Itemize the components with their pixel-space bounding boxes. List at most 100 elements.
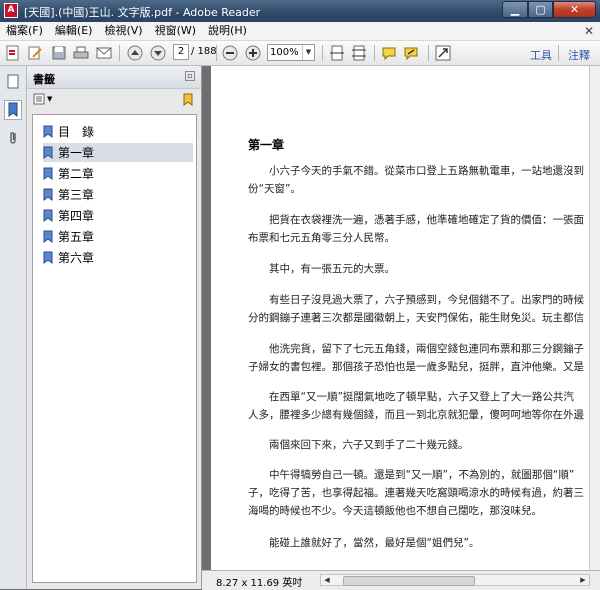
- bookmark-label: 第六章: [58, 251, 95, 265]
- toolbar: 2 / 188 100% ▼ 工具 注釋: [0, 41, 600, 66]
- paragraph: 中午得犒勞自己一頓。還是到“又一順”，不為別的，就圖那個“順” 子，吃得了苦，也…: [248, 466, 584, 520]
- horizontal-scrollbar[interactable]: ◀ ▶: [320, 574, 590, 586]
- bookmarks-panel: 書籤 ▫ ▼ 目 錄 第一章 第二章 第三章 第四章 第五章 第六章: [27, 66, 202, 589]
- bookmark-item[interactable]: 第六章: [43, 248, 193, 267]
- text-line: 子婦女的書包裡。那個孩子恐怕也是一歲多點兒，挺胖，直沖他樂。又是: [248, 361, 584, 373]
- fit-width-icon[interactable]: [350, 44, 368, 62]
- menu-view[interactable]: 檢視(V): [98, 22, 148, 40]
- bookmark-label: 目 錄: [58, 125, 95, 139]
- scroll-thumb[interactable]: [343, 576, 475, 586]
- zoom-out-icon[interactable]: [221, 44, 239, 62]
- page-thumbnails-icon[interactable]: [4, 72, 22, 92]
- text-line: 他洗完貨，留下了七元五角錢，兩個空錢包連同布票和那三分鋼鏰子: [269, 343, 584, 355]
- menu-edit[interactable]: 編輯(E): [49, 22, 99, 40]
- toolbar-separator: [216, 45, 217, 61]
- attachments-icon[interactable]: [4, 128, 22, 148]
- close-button[interactable]: ✕: [553, 1, 596, 18]
- save-icon[interactable]: [50, 44, 68, 62]
- menu-file[interactable]: 檔案(F): [0, 22, 49, 40]
- text-line: 兩個來回下來，六子又到手了二十幾元錢。: [269, 439, 469, 451]
- menu-help[interactable]: 說明(H): [202, 22, 253, 40]
- bookmark-icon: [43, 125, 53, 138]
- status-bar: 8.27 x 11.69 英吋 ◀ ▶: [202, 570, 600, 590]
- text-line: 海喝的時候也不少。今天這頓飯他也不想自己闊吃，那沒味兒。: [248, 505, 542, 517]
- bookmarks-panel-header: 書籤 ▫: [27, 66, 201, 89]
- bookmark-item[interactable]: 第四章: [43, 206, 193, 225]
- bookmark-label: 第四章: [58, 209, 95, 223]
- text-line: 能碰上誰就好了，當然，最好是個“姐們兒”。: [269, 537, 480, 549]
- text-line: 小六子今天的手氣不錯。從菜市口登上五路無軌電車，一站地還沒到: [269, 165, 584, 177]
- chapter-title: 第一章: [248, 138, 285, 152]
- text-line: 中午得犒勞自己一頓。還是到“又一順”，不為別的，就圖那個“順”: [269, 469, 575, 481]
- bookmark-item[interactable]: 第二章: [43, 164, 193, 183]
- navigation-pane-tabs: [0, 66, 27, 589]
- fit-page-icon[interactable]: [328, 44, 346, 62]
- bookmark-item[interactable]: 第五章: [43, 227, 193, 246]
- maximize-button[interactable]: ▢: [528, 1, 553, 18]
- next-page-icon[interactable]: [149, 44, 167, 62]
- text-line: 有些日子沒見過大票了，六子預感到，今兒個錯不了。出家門的時候: [269, 294, 584, 306]
- bookmark-options-button[interactable]: ▼: [33, 93, 52, 105]
- comment-pane-link[interactable]: 注釋: [568, 47, 590, 63]
- bookmarks-panel-title: 書籤: [33, 73, 55, 86]
- tools-pane-link[interactable]: 工具: [530, 47, 552, 63]
- document-page: 第一章 小六子今天的手氣不錯。從菜市口登上五路無軌電車，一站地還沒到 份“天窗”…: [211, 66, 600, 570]
- bookmark-item[interactable]: 第一章: [43, 143, 193, 162]
- highlight-icon[interactable]: [402, 44, 420, 62]
- window-controls: ▁ ▢ ✕: [502, 1, 596, 19]
- text-line: 分的鋼鏰子連著三次都是國徽朝上，天安門保佑，能生財免災。玩主都信: [248, 312, 584, 324]
- vertical-scrollbar[interactable]: [589, 66, 600, 570]
- text-line: 在西單“又一順”挺闊氣地吃了頓早點，六子又登上了大一路公共汽: [269, 391, 574, 403]
- text-line: 布票和七元五角零三分人民幣。: [248, 232, 395, 244]
- bookmark-item[interactable]: 第三章: [43, 185, 193, 204]
- paragraph: 兩個來回下來，六子又到手了二十幾元錢。: [248, 436, 469, 454]
- bookmark-icon: [43, 188, 53, 201]
- scroll-left-icon[interactable]: ◀: [322, 575, 332, 585]
- paragraph: 有些日子沒見過大票了，六子預感到，今兒個錯不了。出家門的時候 分的鋼鏰子連著三次…: [248, 291, 584, 327]
- comment-icon[interactable]: [380, 44, 398, 62]
- acrobat-icon: A: [4, 3, 18, 18]
- email-icon[interactable]: [95, 44, 113, 62]
- toolbar-separator: [374, 45, 375, 61]
- page-total: / 188: [191, 46, 217, 57]
- menu-window[interactable]: 視窗(W): [149, 22, 202, 40]
- bookmark-label: 第五章: [58, 230, 95, 244]
- expand-icon[interactable]: [434, 44, 452, 62]
- page-size: 8.27 x 11.69 英吋: [216, 578, 303, 589]
- edit-icon[interactable]: [26, 44, 44, 62]
- zoom-in-icon[interactable]: [244, 44, 262, 62]
- scroll-right-icon[interactable]: ▶: [578, 575, 588, 585]
- zoom-value: 100%: [270, 47, 299, 58]
- document-view[interactable]: 第一章 小六子今天的手氣不錯。從菜市口登上五路無軌電車，一站地還沒到 份“天窗”…: [202, 66, 600, 570]
- chevron-down-icon: ▼: [47, 95, 53, 103]
- window-title-bar: A [天國].(中國)王山. 文字版.pdf - Adobe Reader ▁ …: [0, 0, 600, 22]
- bookmark-label: 第三章: [58, 188, 95, 202]
- paragraph: 他洗完貨，留下了七元五角錢，兩個空錢包連同布票和那三分鋼鏰子 子婦女的書包裡。那…: [248, 340, 584, 376]
- bookmark-icon: [43, 251, 53, 264]
- options-icon: [33, 93, 45, 105]
- paragraph: 小六子今天的手氣不錯。從菜市口登上五路無軌電車，一站地還沒到 份“天窗”。: [248, 162, 584, 198]
- minimize-button[interactable]: ▁: [502, 1, 528, 18]
- bookmark-item[interactable]: 目 錄: [43, 122, 193, 141]
- bookmark-list: 目 錄 第一章 第二章 第三章 第四章 第五章 第六章: [32, 114, 197, 583]
- bookmarks-tab-icon[interactable]: [4, 100, 22, 120]
- window-title: [天國].(中國)王山. 文字版.pdf - Adobe Reader: [24, 6, 261, 19]
- previous-page-icon[interactable]: [126, 44, 144, 62]
- print-icon[interactable]: [72, 44, 90, 62]
- text-line: 其中，有一張五元的大票。: [269, 263, 395, 275]
- zoom-select[interactable]: 100% ▼: [267, 44, 315, 61]
- toolbar-separator: [558, 45, 559, 61]
- delete-bookmark-icon[interactable]: [181, 93, 195, 110]
- menu-bar: 檔案(F) 編輯(E) 檢視(V) 視窗(W) 說明(H) ✕: [0, 22, 600, 41]
- paragraph: 其中，有一張五元的大票。: [248, 260, 395, 278]
- paragraph: 能碰上誰就好了，當然，最好是個“姐們兒”。: [248, 534, 479, 552]
- close-document-icon[interactable]: ✕: [584, 24, 594, 38]
- toolbar-separator: [119, 45, 120, 61]
- close-icon[interactable]: ▫: [185, 71, 195, 81]
- bookmark-icon: [43, 146, 53, 159]
- create-pdf-icon[interactable]: [4, 44, 22, 62]
- page-number-input[interactable]: 2: [173, 44, 189, 60]
- text-line: 把貨在衣袋裡洗一遍，憑著手感，他準確地確定了貨的價值：一張面: [269, 214, 584, 226]
- chevron-down-icon[interactable]: ▼: [302, 45, 314, 60]
- text-line: 份“天窗”。: [248, 183, 301, 195]
